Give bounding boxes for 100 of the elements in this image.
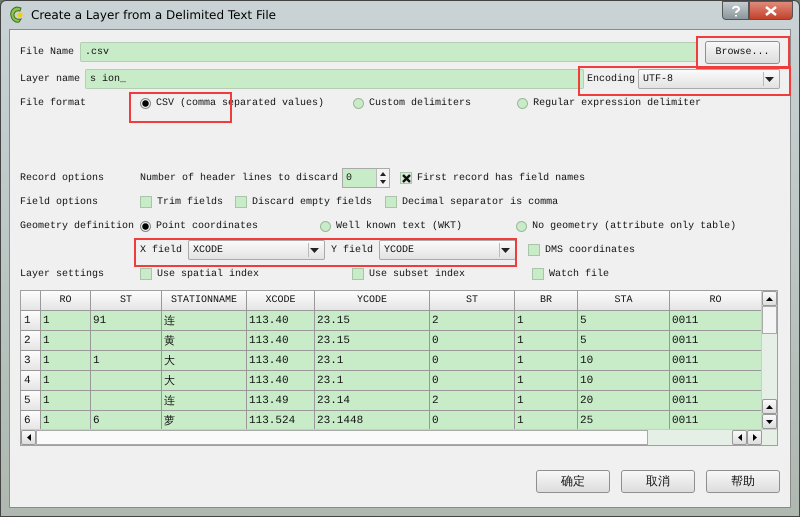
table-cell: 1 [515,371,578,391]
table-cell: 1 [41,331,91,351]
layer-name-field[interactable]: s ion_ [85,69,584,89]
column-header[interactable]: STA [578,291,670,311]
column-header[interactable]: ST [91,291,162,311]
dialog-button[interactable]: 取消 [621,470,695,493]
row-header[interactable]: 4 [21,371,41,391]
table-cell: 连 [162,391,247,411]
table-cell: 10 [578,351,670,371]
field-label: Layer name [20,74,82,84]
table-cell: 0 [430,351,515,371]
caret-icon [501,248,510,252]
table-cell [91,331,162,351]
checkbox-option[interactable]: First record has field names [400,172,586,184]
row-header[interactable]: 3 [21,351,41,371]
radio-option[interactable]: Point coordinates [140,220,258,232]
table-cell: 大 [162,371,247,391]
table-cell: 1 [41,371,91,391]
table-cell: 23.15 [315,311,430,331]
column-header[interactable]: RO [41,291,91,311]
checkbox-option[interactable]: Trim fields [140,196,224,208]
field-label: X field [140,244,182,256]
dialog-button[interactable]: 帮助 [706,470,780,493]
table-cell [91,371,162,391]
checkbox-option[interactable]: Decimal separator is comma [385,196,558,208]
browse-button[interactable]: Browse... [705,40,780,64]
table-cell: 10 [578,371,670,391]
caret-icon [310,248,320,252]
up-arrow-icon [766,296,773,300]
field-label: Record options [20,172,106,184]
y-field-dropdown[interactable]: YCODE [379,240,516,260]
table-cell: 1 [515,311,578,331]
help-icon [730,4,740,16]
checkbox-option[interactable]: Discard empty fields [235,196,372,208]
caret-icon [765,76,774,82]
radio-option[interactable]: Regular expression delimiter [517,98,702,108]
table-corner[interactable] [21,291,41,311]
column-header[interactable]: RO [670,291,761,311]
check-icon [402,174,411,182]
checkbox-option[interactable]: Watch file [532,268,610,280]
table-cell: 1 [41,411,91,429]
x-field-dropdown[interactable]: XCODE [188,240,326,260]
column-header[interactable]: XCODE [247,291,315,311]
help-button[interactable] [722,1,749,20]
vertical-scrollbar[interactable] [761,291,777,429]
row-header[interactable]: 5 [21,391,41,411]
field-label: Geometry definition [20,220,136,232]
table-cell: 2 [430,391,515,411]
header-lines-spinbox[interactable]: 0 [342,168,390,188]
row-header[interactable]: 2 [21,331,41,351]
column-header[interactable]: ST [430,291,515,311]
table-cell: 113.40 [247,351,315,371]
dialog-button[interactable]: 确定 [536,470,610,493]
table-cell: 0 [430,371,515,391]
encoding-dropdown[interactable]: UTF-8 [638,69,780,89]
table-cell: 0011 [670,351,761,371]
table-cell: 0 [430,331,515,351]
table-cell: 6 [91,411,162,429]
row-header[interactable]: 6 [21,411,41,429]
checkbox-option[interactable]: DMS coordinates [528,244,636,256]
table-cell: 萝 [162,411,247,429]
table-cell: 23.1 [315,351,430,371]
field-label: Field options [20,196,100,208]
table-cell: 0011 [670,371,761,391]
table-cell: 113.524 [247,411,315,429]
checkbox-option[interactable]: Use spatial index [140,268,260,280]
scroll-thumb[interactable] [762,306,777,334]
table-cell: 1 [515,331,578,351]
file-name-field[interactable]: .csv [80,42,698,62]
row-header[interactable]: 1 [21,311,41,331]
table-cell: 1 [41,391,91,411]
column-header[interactable]: STATIONNAME [162,291,247,311]
right-arrow-icon [752,434,756,441]
close-button[interactable] [749,1,793,20]
close-icon [765,6,777,16]
column-header[interactable]: BR [515,291,578,311]
table-cell: 0011 [670,311,761,331]
horizontal-scrollbar[interactable] [21,429,777,445]
table-cell [91,391,162,411]
table-cell: 113.40 [247,311,315,331]
up-arrow-icon [766,404,773,408]
table-cell: 113.49 [247,391,315,411]
table-cell: 2 [430,311,515,331]
table-cell: 0 [430,411,515,429]
table-cell: 0011 [670,391,761,411]
table-cell: 黄 [162,331,247,351]
left-arrow-icon [26,434,30,441]
column-header[interactable]: YCODE [315,291,430,311]
scroll-thumb[interactable] [36,430,648,445]
table-cell: 1 [41,311,91,331]
table-cell: 23.15 [315,331,430,351]
radio-option[interactable]: Custom delimiters [353,98,472,108]
table-cell: 5 [578,331,670,351]
checkbox-option[interactable]: Use subset index [352,268,466,280]
radio-option[interactable]: Well known text (WKT) [320,220,462,232]
table-cell: 25 [578,411,670,429]
table-cell: 0011 [670,331,761,351]
radio-option[interactable]: No geometry (attribute only table) [516,220,736,232]
table-cell: 5 [578,311,670,331]
table-cell: 大 [162,351,247,371]
